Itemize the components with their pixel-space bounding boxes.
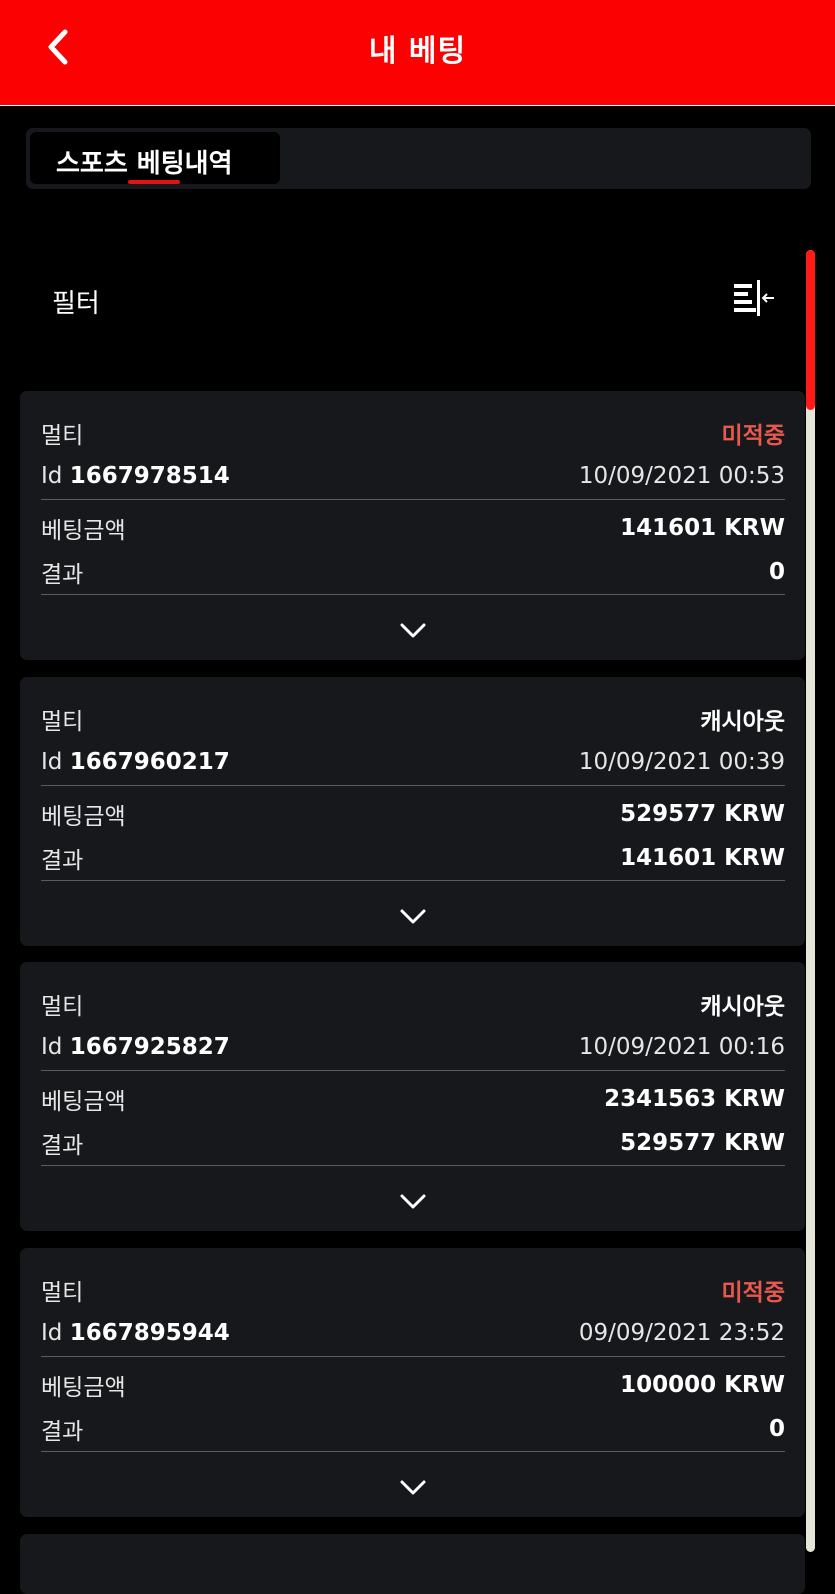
status-badge: 캐시아웃 [700, 709, 785, 735]
divider [41, 1356, 785, 1357]
bet-id-number: 1667925827 [69, 1034, 230, 1060]
divider [41, 594, 785, 595]
bet-card[interactable]: 멀티 미적중 Id 1667895944 09/09/2021 23:52 베팅… [20, 1248, 805, 1517]
chevron-down-icon [400, 623, 426, 638]
divider [41, 1451, 785, 1452]
divider [41, 785, 785, 786]
chevron-down-icon [400, 909, 426, 924]
bet-id: Id 1667925827 [41, 1034, 230, 1060]
bet-amount-value: 2341563 KRW [604, 1086, 785, 1112]
active-tab-indicator [128, 180, 180, 184]
bet-type: 멀티 [41, 709, 84, 735]
bet-card[interactable] [20, 1534, 805, 1594]
result-value: 529577 KRW [620, 1130, 785, 1156]
chevron-down-icon [400, 1194, 426, 1209]
result-value: 0 [768, 559, 785, 585]
bet-id: Id 1667978514 [41, 463, 230, 489]
expand-chevron-button[interactable] [398, 1192, 428, 1212]
tab-bar: 스포츠 베팅내역 [26, 128, 811, 189]
chevron-down-icon [400, 1480, 426, 1495]
bet-datetime: 09/09/2021 23:52 [578, 1320, 785, 1346]
divider [41, 1165, 785, 1166]
result-label: 결과 [41, 562, 84, 588]
expand-chevron-button[interactable] [398, 907, 428, 927]
bet-datetime: 10/09/2021 00:53 [578, 463, 785, 489]
bet-type: 멀티 [41, 1280, 84, 1306]
result-label: 결과 [41, 1419, 84, 1445]
divider [41, 499, 785, 500]
bet-datetime: 10/09/2021 00:39 [578, 749, 785, 775]
result-value: 0 [768, 1416, 785, 1442]
scrollbar-thumb[interactable] [806, 250, 815, 410]
status-badge: 미적중 [721, 423, 785, 449]
bet-card[interactable]: 멀티 캐시아웃 Id 1667925827 10/09/2021 00:16 베… [20, 962, 805, 1231]
divider [41, 1070, 785, 1071]
status-badge: 미적중 [721, 1280, 785, 1306]
bet-id: Id 1667895944 [41, 1320, 230, 1346]
bet-id-prefix: Id [41, 749, 63, 775]
bet-datetime: 10/09/2021 00:16 [578, 1034, 785, 1060]
bet-amount-value: 100000 KRW [620, 1372, 785, 1398]
expand-chevron-button[interactable] [398, 621, 428, 641]
result-label: 결과 [41, 1133, 84, 1159]
bet-amount-value: 529577 KRW [620, 801, 785, 827]
tab-label: 스포츠 베팅내역 [56, 149, 233, 179]
status-badge: 캐시아웃 [700, 994, 785, 1020]
app-header: 내 베팅 [0, 0, 835, 106]
bet-amount-value: 141601 KRW [620, 515, 785, 541]
bet-amount-label: 베팅금액 [41, 804, 126, 830]
bet-card[interactable]: 멀티 캐시아웃 Id 1667960217 10/09/2021 00:39 베… [20, 677, 805, 946]
scrollbar-track[interactable] [806, 250, 815, 1552]
tab-sports-bet-history[interactable]: 스포츠 베팅내역 [30, 132, 280, 184]
expand-chevron-button[interactable] [398, 1478, 428, 1498]
bet-amount-label: 베팅금액 [41, 518, 126, 544]
bet-id-number: 1667895944 [69, 1320, 230, 1346]
bet-id: Id 1667960217 [41, 749, 230, 775]
filter-sort-icon[interactable] [730, 280, 776, 320]
bet-card[interactable]: 멀티 미적중 Id 1667978514 10/09/2021 00:53 베팅… [20, 391, 805, 660]
bet-id-prefix: Id [41, 1034, 63, 1060]
result-value: 141601 KRW [620, 845, 785, 871]
divider [41, 880, 785, 881]
page-title: 내 베팅 [368, 34, 467, 69]
bet-id-number: 1667960217 [69, 749, 230, 775]
result-label: 결과 [41, 848, 84, 874]
bet-amount-label: 베팅금액 [41, 1089, 126, 1115]
bet-id-prefix: Id [41, 1320, 63, 1346]
bet-type: 멀티 [41, 994, 84, 1020]
bet-id-number: 1667978514 [69, 463, 230, 489]
bet-type: 멀티 [41, 423, 84, 449]
filter-label[interactable]: 필터 [52, 283, 100, 320]
bet-amount-label: 베팅금액 [41, 1375, 126, 1401]
bet-id-prefix: Id [41, 463, 63, 489]
